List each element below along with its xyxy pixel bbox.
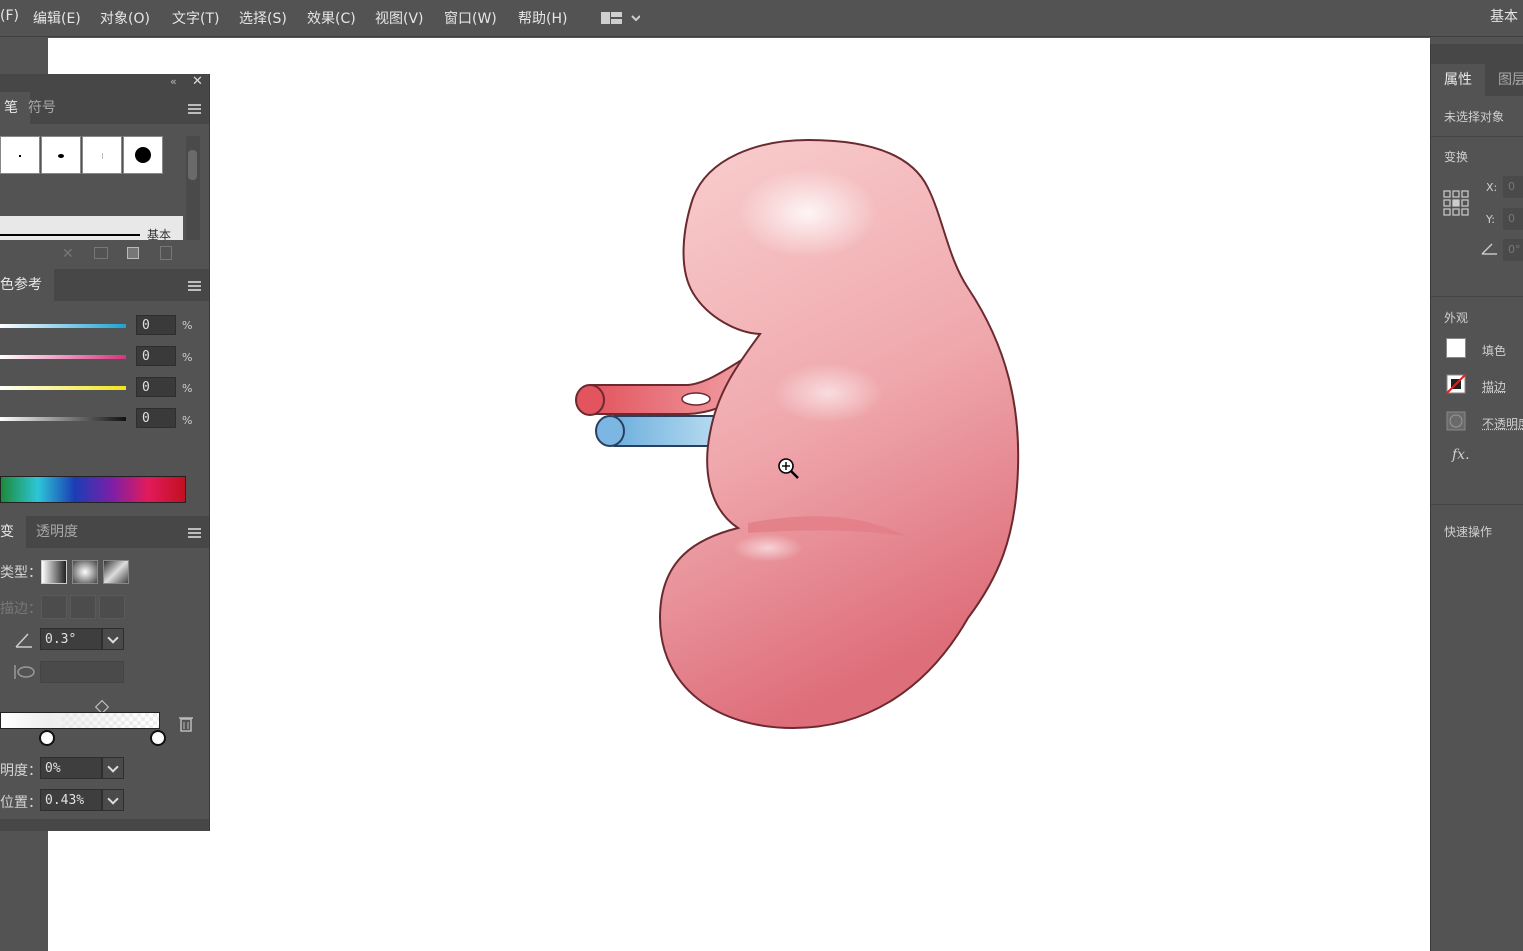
- delete-stop-icon[interactable]: [178, 715, 194, 733]
- radial-gradient-button[interactable]: [72, 560, 98, 584]
- black-slider[interactable]: [0, 417, 126, 421]
- close-icon[interactable]: ✕: [192, 74, 203, 89]
- tab-gradient[interactable]: 变: [0, 516, 26, 548]
- fill-swatch[interactable]: [1446, 338, 1466, 358]
- transform-heading: 变换: [1444, 150, 1469, 164]
- menu-edit[interactable]: 编辑(E): [33, 8, 81, 28]
- aspect-ratio-input[interactable]: [40, 661, 124, 683]
- location-dropdown[interactable]: [102, 789, 124, 811]
- brush-swatch[interactable]: [0, 136, 40, 174]
- menu-window[interactable]: 窗口(W): [444, 8, 497, 28]
- color-spectrum[interactable]: [0, 476, 186, 503]
- aspect-ratio-icon: [14, 665, 35, 679]
- gradient-stop-right[interactable]: [150, 730, 166, 746]
- menu-object[interactable]: 对象(O): [100, 8, 150, 28]
- freeform-gradient-button[interactable]: [103, 560, 129, 584]
- stroke-gradient-across-button[interactable]: [99, 595, 125, 619]
- angle-icon: [15, 633, 32, 648]
- opacity-input[interactable]: 0%: [40, 757, 102, 779]
- menu-help[interactable]: 帮助(H): [518, 8, 567, 28]
- fill-label[interactable]: 填色: [1482, 342, 1506, 359]
- appearance-heading: 外观: [1444, 311, 1469, 325]
- tab-layers[interactable]: 图层: [1485, 64, 1523, 96]
- magenta-slider[interactable]: [0, 355, 126, 359]
- opacity-label[interactable]: 不透明度: [1482, 415, 1523, 432]
- properties-panel: 属性 图层 未选择对象 变换 X: 0 Y: 0 0° 外观 填色 描边 不透明…: [1430, 44, 1523, 951]
- collapse-icon[interactable]: «: [170, 75, 177, 88]
- brushes-tabrow: 笔 符号: [0, 92, 209, 124]
- no-selection-label: 未选择对象: [1444, 110, 1505, 124]
- opacity-label: 明度：: [0, 763, 42, 779]
- panel-menu-icon[interactable]: [188, 104, 201, 114]
- left-floating-panel: « ✕ 笔 符号 基本 ✕ 色参考 0 % 0 % 0 % 0 % 变 透明度: [0, 74, 210, 831]
- linear-gradient-button[interactable]: [41, 560, 67, 584]
- rotate-input[interactable]: 0°: [1503, 239, 1523, 261]
- brush-swatch[interactable]: [41, 136, 81, 174]
- fx-icon[interactable]: fx.: [1452, 447, 1470, 463]
- stroke-label: 描边：: [0, 601, 42, 617]
- kidney-illustration[interactable]: [48, 38, 1430, 951]
- vein-vessel: [595, 415, 721, 447]
- y-input[interactable]: 0: [1503, 208, 1523, 230]
- menu-bar: (F) 编辑(E) 对象(O) 文字(T) 选择(S) 效果(C) 视图(V) …: [0, 0, 1523, 37]
- panel-menu-icon[interactable]: [188, 281, 201, 291]
- panel-resize-grip[interactable]: [0, 819, 209, 831]
- opacity-icon[interactable]: [1446, 411, 1466, 431]
- magenta-value[interactable]: 0: [136, 346, 176, 366]
- location-label: 位置：: [0, 795, 42, 811]
- tab-color-guide[interactable]: 色参考: [0, 269, 54, 301]
- angle-dropdown[interactable]: [102, 628, 124, 650]
- menu-file[interactable]: (F): [0, 8, 19, 24]
- yellow-slider[interactable]: [0, 386, 126, 390]
- opacity-dropdown[interactable]: [102, 757, 124, 779]
- brush-options-icon[interactable]: [94, 247, 108, 259]
- trash-icon[interactable]: [160, 246, 172, 260]
- x-input[interactable]: 0: [1503, 176, 1523, 198]
- brush-swatch[interactable]: [82, 136, 122, 174]
- workspace-switcher[interactable]: 基本: [1490, 6, 1518, 26]
- menu-select[interactable]: 选择(S): [239, 8, 287, 28]
- menu-effect[interactable]: 效果(C): [307, 8, 356, 28]
- type-label: 类型：: [0, 565, 42, 581]
- gradient-slider[interactable]: [0, 712, 160, 729]
- tab-symbols[interactable]: 符号: [16, 92, 68, 124]
- yellow-value[interactable]: 0: [136, 377, 176, 397]
- basic-brush-row[interactable]: 基本: [0, 216, 183, 242]
- cyan-value[interactable]: 0: [136, 315, 176, 335]
- arrange-documents-icon[interactable]: [600, 10, 640, 26]
- properties-tabrow: 属性 图层: [1431, 44, 1523, 96]
- tab-properties[interactable]: 属性: [1431, 64, 1485, 96]
- location-input[interactable]: 0.43%: [40, 789, 102, 811]
- menu-view[interactable]: 视图(V): [375, 8, 424, 28]
- brush-actions: ✕: [0, 242, 209, 266]
- stroke-gradient-within-button[interactable]: [41, 595, 67, 619]
- x-label: X:: [1486, 181, 1498, 194]
- quick-actions-heading: 快速操作: [1444, 525, 1493, 539]
- brush-swatch[interactable]: [123, 136, 163, 174]
- menu-type[interactable]: 文字(T): [172, 8, 219, 28]
- y-label: Y:: [1486, 213, 1495, 226]
- gradient-stop-left[interactable]: [39, 730, 55, 746]
- artboard[interactable]: [48, 38, 1430, 951]
- stroke-label[interactable]: 描边: [1482, 378, 1506, 395]
- panel-titlebar[interactable]: « ✕: [0, 74, 209, 92]
- remove-brush-stroke-icon[interactable]: ✕: [62, 246, 74, 262]
- cyan-slider[interactable]: [0, 324, 126, 328]
- tab-transparency[interactable]: 透明度: [24, 516, 90, 548]
- color-guide-tabrow: 色参考: [0, 269, 209, 301]
- brushes-scrollbar[interactable]: [186, 136, 200, 240]
- angle-input[interactable]: 0.3°: [40, 628, 102, 650]
- stroke-gradient-along-button[interactable]: [70, 595, 96, 619]
- new-brush-icon[interactable]: [127, 247, 139, 259]
- stroke-swatch[interactable]: [1446, 374, 1466, 394]
- reference-point-icon[interactable]: [1443, 190, 1469, 216]
- gradient-tabrow: 变 透明度: [0, 516, 209, 548]
- panel-menu-icon[interactable]: [188, 528, 201, 538]
- rotate-angle-icon: [1481, 243, 1497, 255]
- black-value[interactable]: 0: [136, 408, 176, 428]
